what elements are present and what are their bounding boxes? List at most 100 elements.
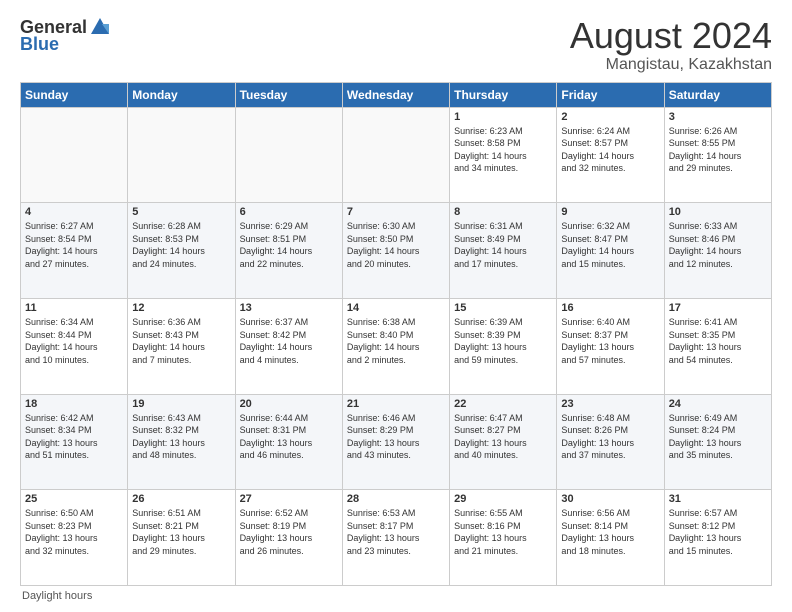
day-info: Sunrise: 6:41 AM Sunset: 8:35 PM Dayligh… (669, 316, 767, 366)
day-number: 10 (669, 206, 767, 218)
day-info: Sunrise: 6:40 AM Sunset: 8:37 PM Dayligh… (561, 316, 659, 366)
calendar-cell (21, 107, 128, 203)
day-info: Sunrise: 6:28 AM Sunset: 8:53 PM Dayligh… (132, 220, 230, 270)
calendar-week-5: 25Sunrise: 6:50 AM Sunset: 8:23 PM Dayli… (21, 490, 772, 586)
calendar-cell (128, 107, 235, 203)
logo: General Blue (20, 16, 111, 55)
calendar-week-2: 4Sunrise: 6:27 AM Sunset: 8:54 PM Daylig… (21, 203, 772, 299)
logo-blue-text: Blue (20, 34, 59, 55)
calendar-header-wednesday: Wednesday (342, 82, 449, 107)
calendar-cell: 6Sunrise: 6:29 AM Sunset: 8:51 PM Daylig… (235, 203, 342, 299)
page: General Blue August 2024 Mangistau, Kaza… (0, 0, 792, 612)
calendar-table: SundayMondayTuesdayWednesdayThursdayFrid… (20, 82, 772, 586)
day-number: 23 (561, 398, 659, 410)
calendar-cell: 19 Sunrise: 6:43 AM Sunset: 8:32 PM Dayli… (128, 394, 235, 490)
day-info: Sunrise: 6:36 AM Sunset: 8:43 PM Dayligh… (132, 316, 230, 366)
calendar-cell: 15 Sunrise: 6:39 AM Sunset: 8:39 PM Dayli… (450, 298, 557, 394)
calendar-header-row: SundayMondayTuesdayWednesdayThursdayFrid… (21, 82, 772, 107)
day-number: 8 (454, 206, 552, 218)
day-info: Sunrise: 6:27 AM Sunset: 8:54 PM Dayligh… (25, 220, 123, 270)
calendar-week-4: 18 Sunrise: 6:42 AM Sunset: 8:34 PM Dayli… (21, 394, 772, 490)
day-info: Sunrise: 6:31 AM Sunset: 8:49 PM Dayligh… (454, 220, 552, 270)
day-number: 20 (240, 398, 338, 410)
day-info: Sunrise: 6:39 AM Sunset: 8:39 PM Dayligh… (454, 316, 552, 366)
day-info: Sunrise: 6:24 AM Sunset: 8:57 PM Dayligh… (561, 125, 659, 175)
day-info: Sunrise: 6:23 AM Sunset: 8:58 PM Dayligh… (454, 125, 552, 175)
day-info: Sunrise: 6:29 AM Sunset: 8:51 PM Dayligh… (240, 220, 338, 270)
calendar-header-saturday: Saturday (664, 82, 771, 107)
day-number: 25 (25, 493, 123, 505)
calendar-week-1: 1 Sunrise: 6:23 AM Sunset: 8:58 PM Daylig… (21, 107, 772, 203)
day-info: Sunrise: 6:38 AM Sunset: 8:40 PM Dayligh… (347, 316, 445, 366)
day-number: 24 (669, 398, 767, 410)
day-number: 19 (132, 398, 230, 410)
day-info: Sunrise: 6:56 AM Sunset: 8:14 PM Dayligh… (561, 507, 659, 557)
calendar-cell: 14 Sunrise: 6:38 AM Sunset: 8:40 PM Dayli… (342, 298, 449, 394)
day-number: 9 (561, 206, 659, 218)
day-info: Sunrise: 6:34 AM Sunset: 8:44 PM Dayligh… (25, 316, 123, 366)
day-number: 14 (347, 302, 445, 314)
day-number: 17 (669, 302, 767, 314)
calendar-cell: 8 Sunrise: 6:31 AM Sunset: 8:49 PM Daylig… (450, 203, 557, 299)
day-info: Sunrise: 6:44 AM Sunset: 8:31 PM Dayligh… (240, 412, 338, 462)
calendar-cell: 30 Sunrise: 6:56 AM Sunset: 8:14 PM Dayli… (557, 490, 664, 586)
day-number: 15 (454, 302, 552, 314)
day-number: 27 (240, 493, 338, 505)
calendar-header-monday: Monday (128, 82, 235, 107)
day-info: Sunrise: 6:37 AM Sunset: 8:42 PM Dayligh… (240, 316, 338, 366)
calendar-body: 1 Sunrise: 6:23 AM Sunset: 8:58 PM Daylig… (21, 107, 772, 585)
calendar-cell: 4Sunrise: 6:27 AM Sunset: 8:54 PM Daylig… (21, 203, 128, 299)
calendar-cell: 23 Sunrise: 6:48 AM Sunset: 8:26 PM Dayli… (557, 394, 664, 490)
day-info: Sunrise: 6:57 AM Sunset: 8:12 PM Dayligh… (669, 507, 767, 557)
calendar-cell: 20 Sunrise: 6:44 AM Sunset: 8:31 PM Dayli… (235, 394, 342, 490)
calendar-cell: 28 Sunrise: 6:53 AM Sunset: 8:17 PM Dayli… (342, 490, 449, 586)
day-number: 7 (347, 206, 445, 218)
calendar-cell: 5Sunrise: 6:28 AM Sunset: 8:53 PM Daylig… (128, 203, 235, 299)
location-title: Mangistau, Kazakhstan (570, 56, 772, 74)
calendar-cell: 18 Sunrise: 6:42 AM Sunset: 8:34 PM Dayli… (21, 394, 128, 490)
day-info: Sunrise: 6:26 AM Sunset: 8:55 PM Dayligh… (669, 125, 767, 175)
day-number: 28 (347, 493, 445, 505)
day-number: 2 (561, 111, 659, 123)
day-info: Sunrise: 6:43 AM Sunset: 8:32 PM Dayligh… (132, 412, 230, 462)
day-info: Sunrise: 6:42 AM Sunset: 8:34 PM Dayligh… (25, 412, 123, 462)
day-number: 26 (132, 493, 230, 505)
calendar-header-friday: Friday (557, 82, 664, 107)
day-number: 11 (25, 302, 123, 314)
calendar-cell: 27Sunrise: 6:52 AM Sunset: 8:19 PM Dayli… (235, 490, 342, 586)
day-info: Sunrise: 6:49 AM Sunset: 8:24 PM Dayligh… (669, 412, 767, 462)
calendar-cell: 2 Sunrise: 6:24 AM Sunset: 8:57 PM Daylig… (557, 107, 664, 203)
calendar-cell (342, 107, 449, 203)
day-number: 22 (454, 398, 552, 410)
day-number: 30 (561, 493, 659, 505)
calendar-header-thursday: Thursday (450, 82, 557, 107)
footer-note: Daylight hours (20, 590, 772, 602)
day-number: 31 (669, 493, 767, 505)
day-info: Sunrise: 6:53 AM Sunset: 8:17 PM Dayligh… (347, 507, 445, 557)
day-info: Sunrise: 6:32 AM Sunset: 8:47 PM Dayligh… (561, 220, 659, 270)
logo-icon (89, 16, 111, 38)
day-number: 12 (132, 302, 230, 314)
calendar-cell: 24 Sunrise: 6:49 AM Sunset: 8:24 PM Dayli… (664, 394, 771, 490)
calendar-cell: 25Sunrise: 6:50 AM Sunset: 8:23 PM Dayli… (21, 490, 128, 586)
calendar-cell: 17 Sunrise: 6:41 AM Sunset: 8:35 PM Dayli… (664, 298, 771, 394)
calendar-week-3: 11 Sunrise: 6:34 AM Sunset: 8:44 PM Dayli… (21, 298, 772, 394)
calendar-cell: 16Sunrise: 6:40 AM Sunset: 8:37 PM Dayli… (557, 298, 664, 394)
day-info: Sunrise: 6:33 AM Sunset: 8:46 PM Dayligh… (669, 220, 767, 270)
day-number: 18 (25, 398, 123, 410)
calendar-cell: 11 Sunrise: 6:34 AM Sunset: 8:44 PM Dayli… (21, 298, 128, 394)
title-block: August 2024 Mangistau, Kazakhstan (570, 16, 772, 74)
calendar-cell: 1 Sunrise: 6:23 AM Sunset: 8:58 PM Daylig… (450, 107, 557, 203)
day-info: Sunrise: 6:48 AM Sunset: 8:26 PM Dayligh… (561, 412, 659, 462)
calendar-cell (235, 107, 342, 203)
calendar-cell: 13Sunrise: 6:37 AM Sunset: 8:42 PM Dayli… (235, 298, 342, 394)
day-info: Sunrise: 6:46 AM Sunset: 8:29 PM Dayligh… (347, 412, 445, 462)
day-info: Sunrise: 6:55 AM Sunset: 8:16 PM Dayligh… (454, 507, 552, 557)
calendar-cell: 29Sunrise: 6:55 AM Sunset: 8:16 PM Dayli… (450, 490, 557, 586)
calendar-cell: 3 Sunrise: 6:26 AM Sunset: 8:55 PM Daylig… (664, 107, 771, 203)
calendar-cell: 12 Sunrise: 6:36 AM Sunset: 8:43 PM Dayli… (128, 298, 235, 394)
day-number: 1 (454, 111, 552, 123)
calendar-cell: 7Sunrise: 6:30 AM Sunset: 8:50 PM Daylig… (342, 203, 449, 299)
day-number: 3 (669, 111, 767, 123)
day-number: 21 (347, 398, 445, 410)
